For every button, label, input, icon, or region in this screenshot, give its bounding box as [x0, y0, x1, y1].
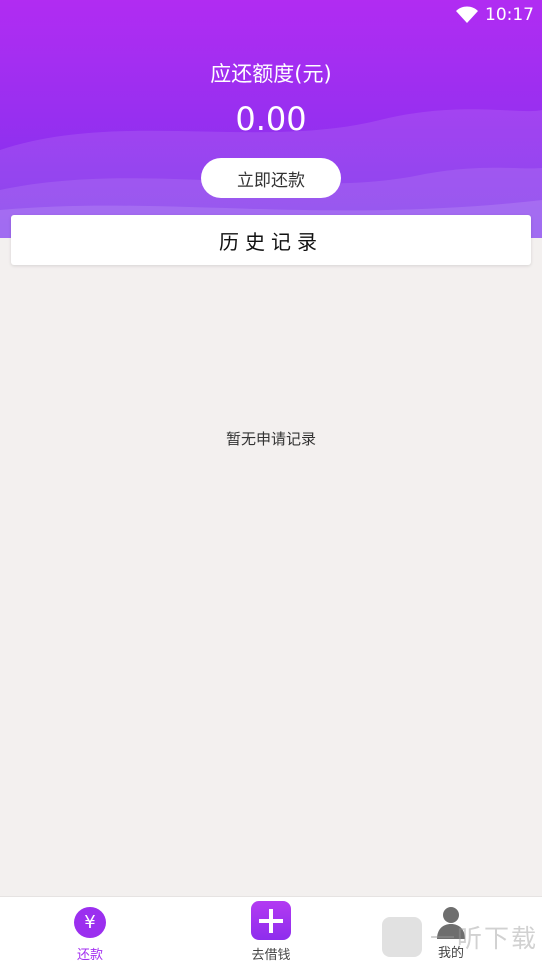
status-bar: 10:17 — [0, 0, 542, 30]
yen-icon: ¥ — [74, 907, 106, 938]
history-records-tab[interactable]: 历史记录 — [11, 215, 531, 265]
amount-due-label: 应还额度(元) — [210, 62, 332, 86]
nav-item-borrow[interactable]: 去借钱 — [226, 901, 316, 963]
watermark: 一听下载 — [382, 916, 538, 958]
repay-now-button[interactable]: 立即还款 — [201, 158, 341, 198]
nav-label-repay: 还款 — [76, 948, 103, 963]
empty-state-text: 暂无申请记录 — [225, 430, 316, 448]
watermark-text: 一听下载 — [430, 924, 539, 953]
plus-icon — [251, 901, 291, 940]
header: 10:17 应还额度(元) 0.00 立即还款 — [0, 0, 542, 238]
history-records-title: 历史记录 — [219, 229, 323, 254]
nav-label-borrow: 去借钱 — [251, 948, 291, 963]
status-time: 10:17 — [485, 5, 534, 25]
watermark-logo — [382, 917, 422, 957]
nav-item-repay[interactable]: ¥ 还款 — [45, 905, 135, 963]
wifi-icon — [456, 6, 478, 23]
amount-due-value: 0.00 — [235, 100, 307, 138]
